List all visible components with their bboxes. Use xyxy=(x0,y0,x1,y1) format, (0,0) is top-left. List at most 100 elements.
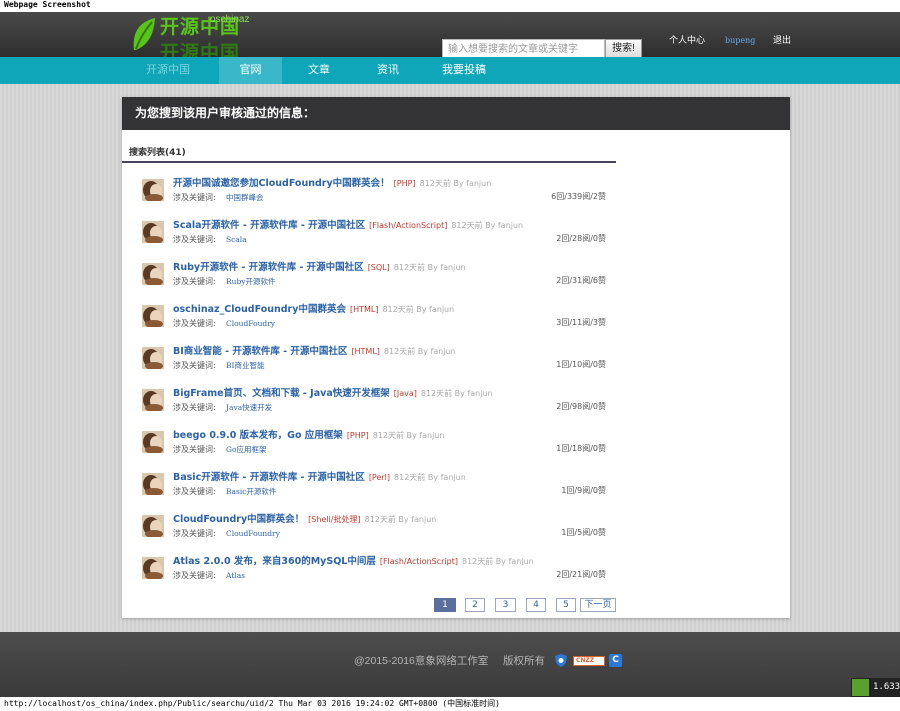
window-caption: Webpage Screenshot xyxy=(4,0,91,9)
result-keywords[interactable]: Atlas xyxy=(226,571,245,581)
result-row: BI商业智能 - 开源软件库 - 开源中国社区 [HTML] 812天前 By fa… xyxy=(122,346,616,376)
result-row: Atlas 2.0.0 发布，来自360的MySQL中间层 [Flash/Acti… xyxy=(122,556,616,586)
list-title: 搜索列表(41) xyxy=(129,148,186,158)
page-5-button[interactable]: 5 xyxy=(556,598,576,612)
result-keywords[interactable]: Go应用框架 xyxy=(226,445,267,455)
leaf-icon xyxy=(133,18,155,50)
result-title[interactable]: Scala开源软件 - 开源软件库 - 开源中国社区 xyxy=(173,220,365,231)
result-language-tag: [Java] xyxy=(393,389,417,398)
keyword-label: 涉及关键词: xyxy=(173,571,216,580)
result-keywords[interactable]: Java快速开发 xyxy=(226,403,272,413)
search-input[interactable] xyxy=(442,39,605,59)
site-logo[interactable]: 开源中国 oschinaz 开源中国 xyxy=(130,13,255,57)
avatar[interactable] xyxy=(142,263,164,285)
cnzz-c-icon[interactable]: C xyxy=(609,654,622,667)
main-nav: 开源中国 官网 文章 资讯 我要投稿 xyxy=(0,57,900,84)
result-title-link[interactable]: BigFrame首页、文档和下载 - Java快速开发框架 [Java] 812天前… xyxy=(173,388,493,400)
avatar[interactable] xyxy=(142,473,164,495)
result-language-tag: [Flash/ActionScript] xyxy=(379,557,458,566)
result-title[interactable]: oschinaz_CloudFoundry中国群英会 xyxy=(173,304,346,315)
keyword-label: 涉及关键词: xyxy=(173,235,216,244)
page-2-button[interactable]: 2 xyxy=(465,598,485,612)
result-row: Scala开源软件 - 开源软件库 - 开源中国社区 [Flash/ActionS… xyxy=(122,220,616,250)
avatar[interactable] xyxy=(142,389,164,411)
keyword-label: 涉及关键词: xyxy=(173,529,216,538)
result-meta: 812天前 By fanjun xyxy=(462,557,534,566)
result-title-link[interactable]: Scala开源软件 - 开源软件库 - 开源中国社区 [Flash/ActionS… xyxy=(173,220,523,232)
nav-item-oschina[interactable]: 开源中国 xyxy=(140,57,196,84)
leaf-badge-icon xyxy=(852,679,869,696)
user-center-link[interactable]: 个人中心 xyxy=(669,35,705,45)
result-stats: 1回/5阅/0赞 xyxy=(561,528,606,537)
avatar[interactable] xyxy=(142,557,164,579)
result-meta: 812天前 By fanjun xyxy=(451,221,524,230)
footer-rights: 版权所有 xyxy=(503,655,545,667)
logout-link[interactable]: 退出 xyxy=(773,35,791,45)
result-title-link[interactable]: 开源中国诚邀您参加CloudFoundry中国群英会！ [PHP] 812天前 By… xyxy=(173,178,491,190)
result-row: beego 0.9.0 版本发布，Go 应用框架 [PHP] 812天前 By fa… xyxy=(122,430,616,460)
result-title-link[interactable]: Basic开源软件 - 开源软件库 - 开源中国社区 [Perl] 812天前 By… xyxy=(173,472,466,484)
logo-reflection: 开源中国 xyxy=(160,43,241,58)
result-keywords[interactable]: CloudFoudry xyxy=(226,319,275,329)
result-title[interactable]: BigFrame首页、文档和下载 - Java快速开发框架 xyxy=(173,388,390,399)
avatar[interactable] xyxy=(142,221,164,243)
nav-item-articles[interactable]: 文章 xyxy=(300,57,338,84)
search-button[interactable]: 搜索! xyxy=(605,39,642,59)
logo-subtext: oschinaz xyxy=(210,14,250,25)
result-language-tag: [HTML] xyxy=(351,347,380,356)
result-keywords[interactable]: BI商业智能 xyxy=(226,361,264,371)
result-title-link[interactable]: Atlas 2.0.0 发布，来自360的MySQL中间层 [Flash/Acti… xyxy=(173,556,534,568)
page-1-button[interactable]: 1 xyxy=(434,598,456,612)
username-link[interactable]: bupeng xyxy=(725,36,755,46)
status-url: http://localhost/os_china/index.php/Publ… xyxy=(4,699,500,708)
keyword-label: 涉及关键词: xyxy=(173,361,216,370)
result-stats: 2回/28阅/0赞 xyxy=(556,234,606,243)
result-title[interactable]: CloudFoundry中国群英会！ xyxy=(173,514,304,525)
result-keywords[interactable]: Ruby开源软件 xyxy=(226,277,276,287)
result-keywords[interactable]: Basic开源软件 xyxy=(226,487,276,497)
result-title[interactable]: BI商业智能 - 开源软件库 - 开源中国社区 xyxy=(173,346,347,357)
result-keywords[interactable]: 中国群峰会 xyxy=(226,193,264,203)
result-meta: 812天前 By fanjun xyxy=(372,431,445,440)
result-title-link[interactable]: BI商业智能 - 开源软件库 - 开源中国社区 [HTML] 812天前 By fa… xyxy=(173,346,456,358)
perf-badge: 1.633 xyxy=(851,678,900,697)
result-title[interactable]: Atlas 2.0.0 发布，来自360的MySQL中间层 xyxy=(173,556,376,567)
nav-item-official[interactable]: 官网 xyxy=(219,57,282,84)
avatar[interactable] xyxy=(142,431,164,453)
result-keywords[interactable]: CloudFoundry xyxy=(226,529,280,539)
page-4-button[interactable]: 4 xyxy=(526,598,546,612)
result-title-link[interactable]: beego 0.9.0 版本发布，Go 应用框架 [PHP] 812天前 By fa… xyxy=(173,430,444,442)
results-panel: 为您搜到该用户审核通过的信息： 搜索列表(41) 开源中国诚邀您参加CloudF… xyxy=(122,97,790,618)
page-3-button[interactable]: 3 xyxy=(495,598,516,612)
result-stats: 1回/9阅/0赞 xyxy=(561,486,606,495)
result-title[interactable]: Basic开源软件 - 开源软件库 - 开源中国社区 xyxy=(173,472,365,483)
result-meta: 812天前 By fanjun xyxy=(420,389,493,398)
result-meta: 812天前 By fanjun xyxy=(394,473,466,482)
avatar[interactable] xyxy=(142,515,164,537)
result-keywords[interactable]: Scala xyxy=(226,235,247,245)
avatar[interactable] xyxy=(142,347,164,369)
result-row: CloudFoundry中国群英会！ [Shell/批处理] 812天前 By fa… xyxy=(122,514,616,544)
next-page-button[interactable]: 下一页 xyxy=(580,598,616,612)
keyword-label: 涉及关键词: xyxy=(173,319,216,328)
result-stats: 6回/339阅/2赞 xyxy=(551,192,606,201)
result-title[interactable]: Ruby开源软件 - 开源软件库 - 开源中国社区 xyxy=(173,262,364,273)
avatar[interactable] xyxy=(142,179,164,201)
result-stats: 1回/18阅/0赞 xyxy=(556,444,606,453)
result-row: BigFrame首页、文档和下载 - Java快速开发框架 [Java] 812天前… xyxy=(122,388,616,418)
result-language-tag: [SQL] xyxy=(367,263,390,272)
result-title[interactable]: beego 0.9.0 版本发布，Go 应用框架 xyxy=(173,430,343,441)
shield-icon[interactable] xyxy=(555,654,567,667)
result-title-link[interactable]: CloudFoundry中国群英会！ [Shell/批处理] 812天前 By fa… xyxy=(173,514,436,526)
cnzz-badge-icon[interactable]: CNZZ xyxy=(573,656,605,666)
result-title[interactable]: 开源中国诚邀您参加CloudFoundry中国群英会！ xyxy=(173,178,390,189)
result-stats: 2回/31阅/6赞 xyxy=(556,276,606,285)
avatar[interactable] xyxy=(142,305,164,327)
result-title-link[interactable]: Ruby开源软件 - 开源软件库 - 开源中国社区 [SQL] 812天前 By f… xyxy=(173,262,466,274)
nav-item-news[interactable]: 资讯 xyxy=(369,57,407,84)
result-stats: 2回/98阅/0赞 xyxy=(556,402,606,411)
keyword-label: 涉及关键词: xyxy=(173,445,216,454)
nav-item-submit[interactable]: 我要投稿 xyxy=(436,57,492,84)
result-row: Ruby开源软件 - 开源软件库 - 开源中国社区 [SQL] 812天前 By f… xyxy=(122,262,616,292)
result-title-link[interactable]: oschinaz_CloudFoundry中国群英会 [HTML] 812天前 By… xyxy=(173,304,454,316)
